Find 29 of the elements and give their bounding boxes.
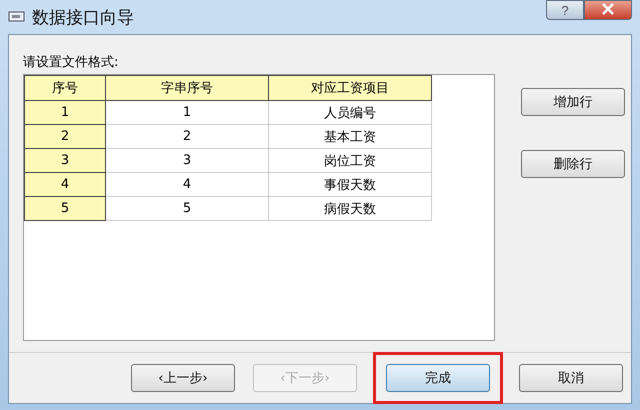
help-button[interactable]: ? — [546, 0, 584, 20]
close-icon — [601, 2, 615, 14]
side-button[interactable]: 删除行 — [521, 150, 625, 178]
table-cell[interactable]: 病假天数 — [268, 196, 432, 220]
row-header: 5 — [24, 196, 106, 220]
table-cell[interactable]: 基本工资 — [268, 124, 432, 148]
table-cell[interactable]: 岗位工资 — [268, 148, 432, 172]
close-button[interactable] — [584, 0, 632, 20]
window-title: 数据接口向导 — [32, 6, 134, 28]
row-header: 1 — [24, 100, 106, 124]
table-cell[interactable]: 2 — [106, 124, 268, 148]
row-header: 4 — [24, 172, 106, 196]
table-cell[interactable]: 事假天数 — [268, 172, 432, 196]
row-header: 3 — [24, 148, 106, 172]
column-header: 序号 — [24, 76, 106, 100]
column-header: 对应工资项目 — [268, 76, 432, 100]
footer-button[interactable]: 完成 — [386, 364, 490, 392]
table-cell[interactable]: 3 — [106, 148, 268, 172]
footer-button[interactable]: 取消 — [519, 364, 623, 392]
side-button[interactable]: 增加行 — [521, 88, 625, 116]
column-header: 字串序号 — [106, 76, 268, 100]
table-cell[interactable]: 4 — [106, 172, 268, 196]
row-header: 2 — [24, 124, 106, 148]
prompt-label: 请设置文件格式: — [23, 54, 120, 71]
app-icon — [8, 10, 26, 24]
footer-button[interactable]: ‹上一步› — [131, 364, 235, 392]
table-cell[interactable]: 人员编号 — [268, 100, 432, 124]
table-cell[interactable]: 5 — [106, 196, 268, 220]
table-cell[interactable]: 1 — [106, 100, 268, 124]
